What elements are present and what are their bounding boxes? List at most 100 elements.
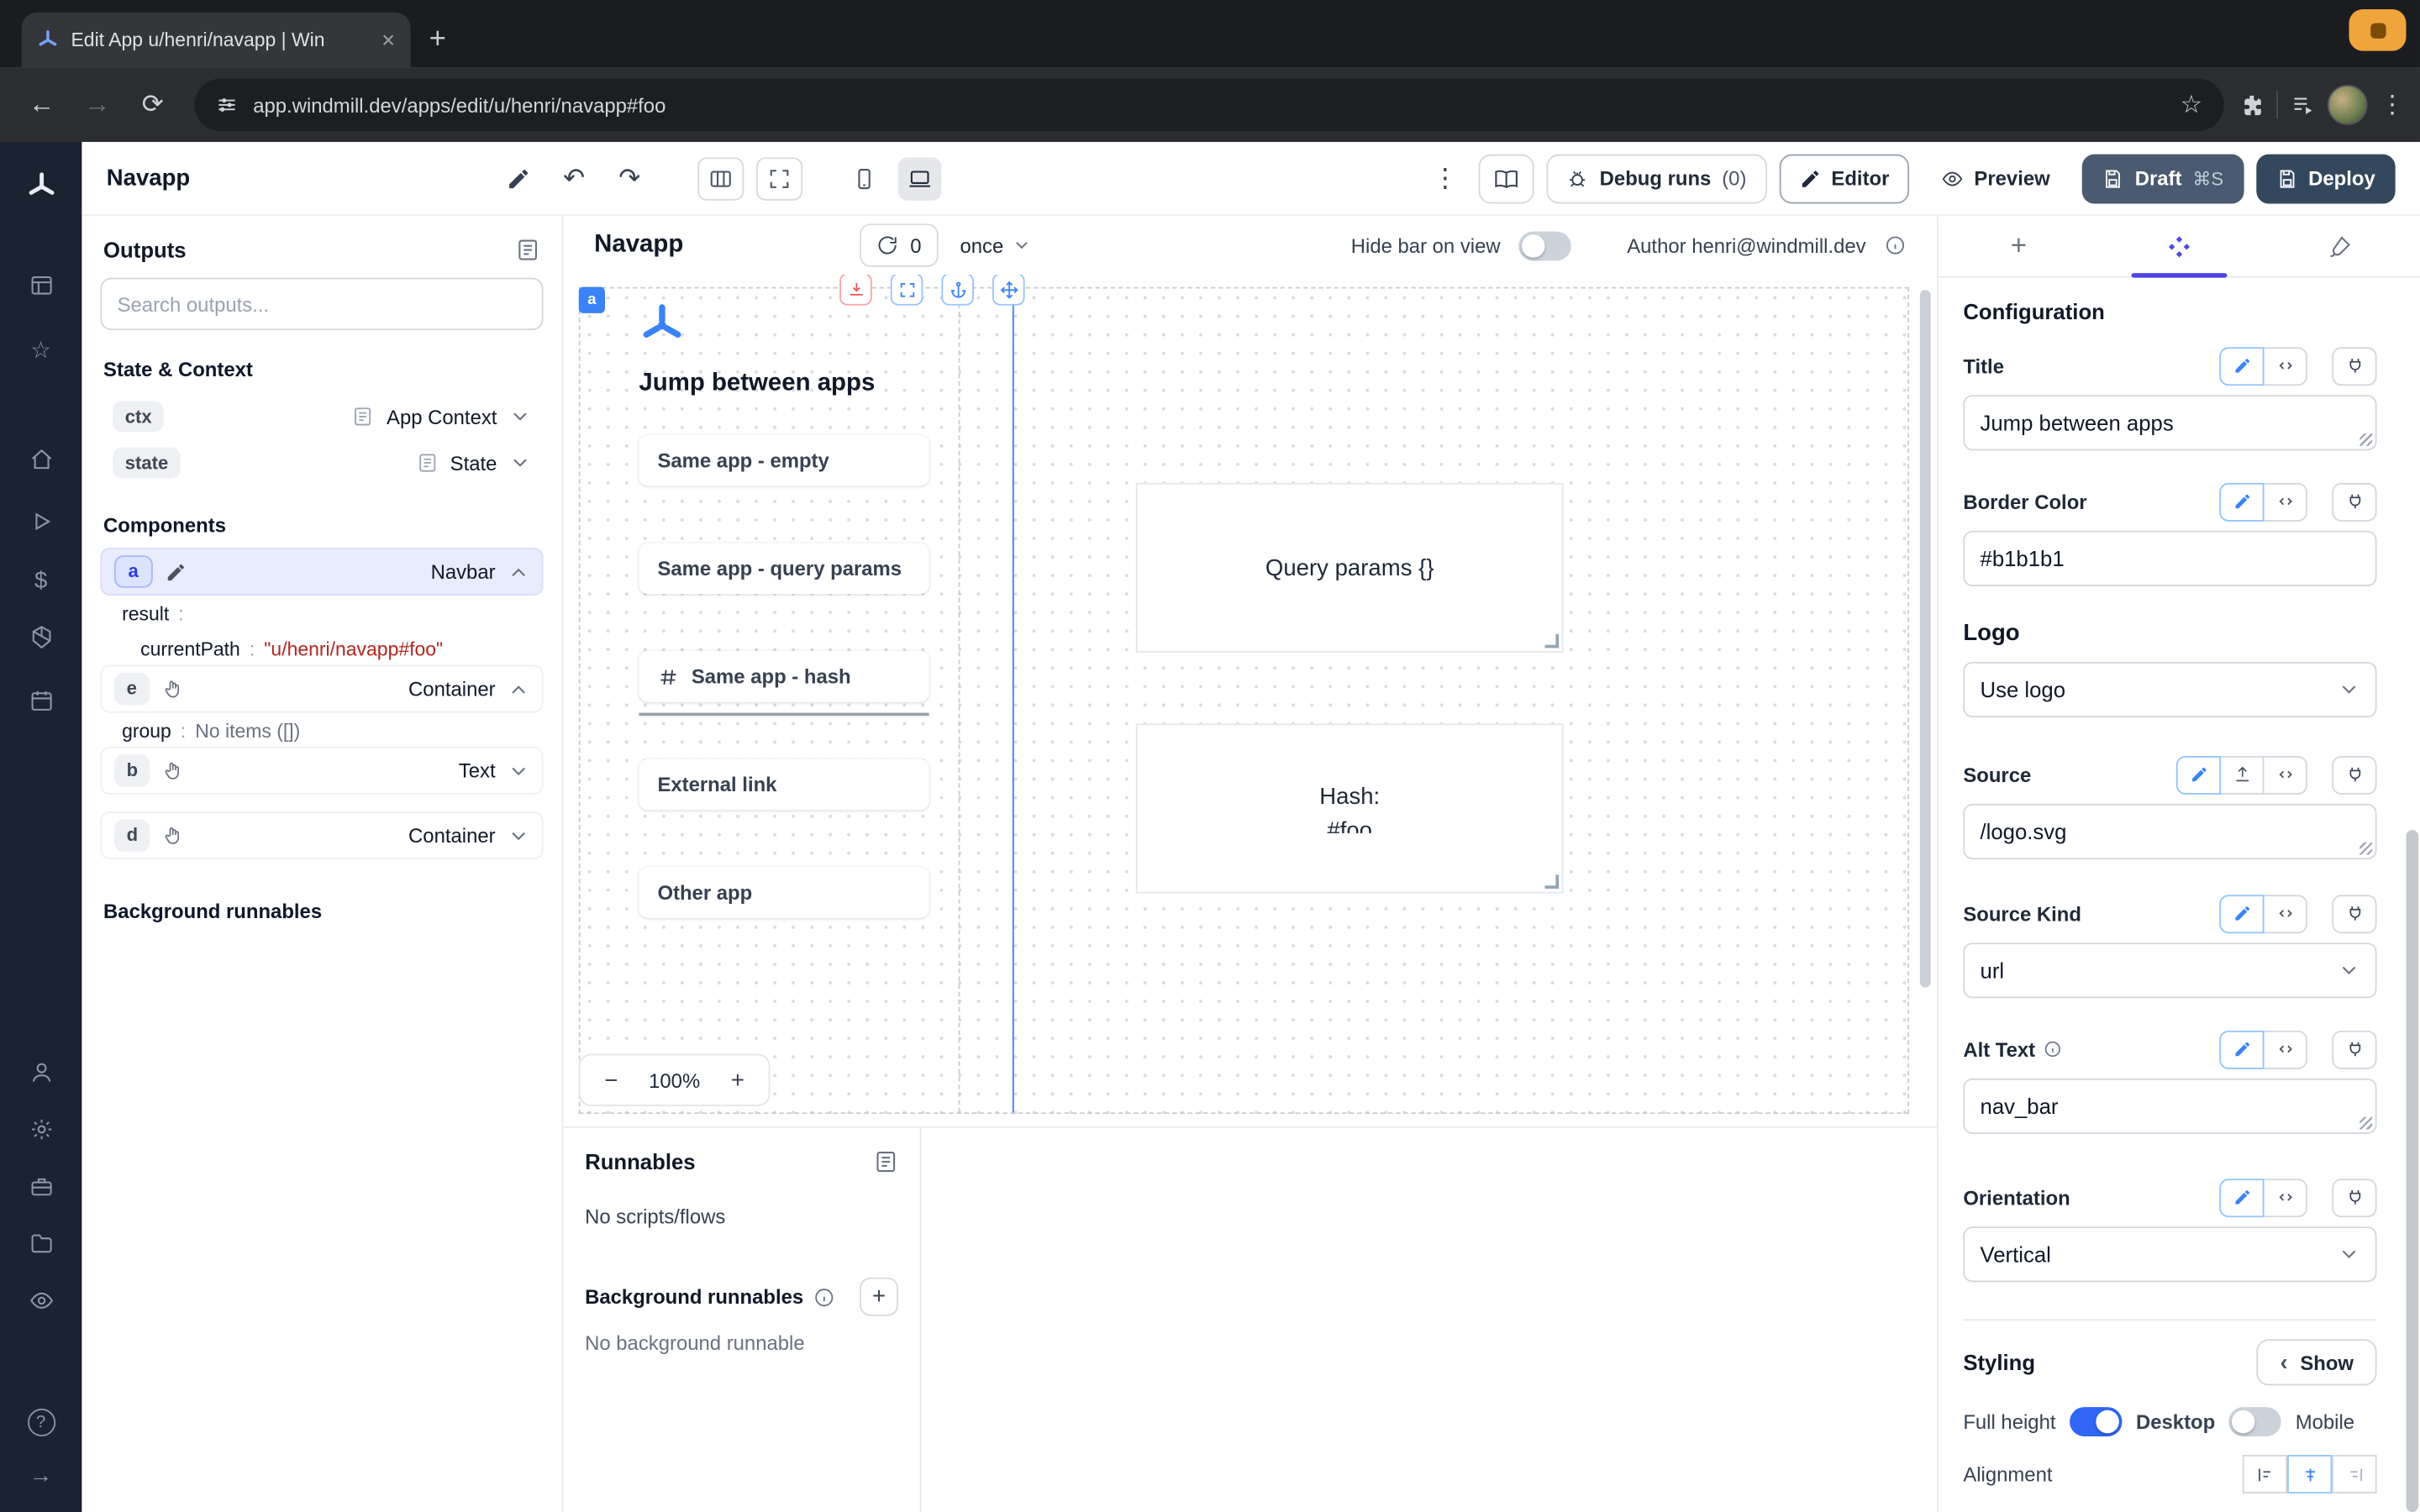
align-center-button[interactable] — [2287, 1455, 2332, 1494]
chevron-up-icon[interactable] — [508, 561, 529, 583]
source-kind-select[interactable]: url — [1963, 942, 2376, 998]
navlink-same-app-empty[interactable]: Same app - empty — [639, 435, 929, 486]
edit-pencil-button[interactable] — [2219, 346, 2264, 385]
windmill-logo[interactable] — [18, 166, 64, 207]
edit-pencil-button[interactable] — [2176, 755, 2221, 794]
edit-pencil-button[interactable] — [2219, 1030, 2264, 1068]
apps-icon[interactable] — [18, 265, 64, 306]
component-row-navbar[interactable]: a Navbar — [100, 548, 543, 596]
desktop-view-button[interactable] — [898, 156, 941, 199]
show-styling-button[interactable]: ‹ Show — [2257, 1339, 2377, 1385]
source-input[interactable] — [1963, 804, 2376, 859]
selected-component-tag[interactable]: a — [579, 287, 605, 313]
more-menu-icon[interactable]: ⋮ — [1423, 156, 1466, 199]
fullscreen-button[interactable] — [756, 156, 802, 199]
resize-grip[interactable] — [2360, 433, 2372, 446]
redo-button[interactable]: ↷ — [608, 156, 651, 199]
deploy-button[interactable]: Deploy — [2256, 154, 2396, 203]
site-settings-icon[interactable] — [216, 94, 238, 116]
add-background-runnable-button[interactable]: + — [860, 1278, 898, 1316]
title-input[interactable] — [1963, 395, 2376, 450]
extensions-puzzle-icon[interactable] — [2239, 92, 2264, 117]
tab-styling-brush[interactable] — [2260, 216, 2420, 276]
connect-plug-button[interactable] — [2332, 755, 2376, 794]
connect-plug-button[interactable] — [2332, 346, 2376, 385]
chevron-down-icon[interactable] — [509, 406, 531, 428]
hide-bar-toggle[interactable] — [1519, 231, 1571, 260]
alt-text-input[interactable] — [1963, 1079, 2376, 1134]
tab-insert-plus[interactable]: + — [1939, 216, 2099, 276]
browser-menu-icon[interactable]: ⋮ — [2380, 90, 2404, 121]
app-frame[interactable]: a Jump between apps Same app - empty — [579, 287, 1909, 1114]
full-height-toggle[interactable] — [2070, 1407, 2122, 1436]
refresh-button[interactable]: 0 — [860, 223, 939, 266]
schedules-calendar-icon[interactable] — [18, 680, 64, 721]
draft-button[interactable]: Draft ⌘S — [2082, 154, 2244, 203]
debug-runs-button[interactable]: Debug runs (0) — [1547, 154, 1766, 203]
tab-component-settings[interactable] — [2099, 216, 2260, 276]
workers-toolbox-icon[interactable] — [18, 1167, 64, 1207]
code-eval-button[interactable] — [2263, 755, 2307, 794]
ctx-row[interactable]: ctx App Context — [100, 393, 543, 439]
connect-plug-button[interactable] — [2332, 1030, 2376, 1068]
code-eval-button[interactable] — [2263, 1178, 2307, 1216]
expand-down-icon[interactable] — [839, 275, 872, 306]
device-toggle[interactable] — [2229, 1407, 2281, 1436]
mobile-view-button[interactable] — [843, 156, 886, 199]
browser-tab[interactable]: Edit App u/henri/navapp | Win × — [22, 13, 411, 68]
align-start-button[interactable] — [2243, 1455, 2287, 1494]
border-color-input[interactable] — [1963, 531, 2376, 586]
navlink-other-app[interactable]: Other app — [639, 867, 929, 918]
chevron-down-icon[interactable] — [508, 825, 529, 847]
profile-avatar[interactable] — [2328, 85, 2368, 125]
move-icon[interactable] — [992, 275, 1025, 306]
orientation-select[interactable]: Vertical — [1963, 1226, 2376, 1282]
tab-close-icon[interactable]: × — [381, 29, 395, 52]
runs-play-icon[interactable] — [18, 501, 64, 542]
edit-pencil-icon[interactable] — [165, 561, 187, 583]
variables-dollar-icon[interactable]: $ — [18, 560, 64, 601]
connect-plug-button[interactable] — [2332, 894, 2376, 932]
users-icon[interactable] — [18, 1053, 64, 1093]
home-icon[interactable] — [18, 439, 64, 480]
edit-pencil-button[interactable] — [2219, 1178, 2264, 1216]
anchor-icon[interactable] — [941, 275, 974, 306]
navlink-same-app-hash[interactable]: Same app - hash — [639, 651, 929, 702]
forward-button[interactable]: → — [71, 79, 123, 131]
undo-button[interactable]: ↶ — [553, 156, 596, 199]
audit-eye-icon[interactable] — [18, 1280, 64, 1320]
reload-button[interactable]: ⟳ — [127, 79, 179, 131]
chevron-up-icon[interactable] — [508, 678, 529, 700]
edit-pencil-button[interactable] — [2219, 894, 2264, 932]
upload-button[interactable] — [2219, 755, 2264, 794]
run-mode-dropdown[interactable]: once — [960, 234, 1032, 257]
hash-box[interactable]: Hash: #foo — [1136, 723, 1564, 893]
resize-grip[interactable] — [2360, 843, 2372, 855]
toggle-panels-button[interactable] — [697, 156, 744, 199]
info-icon[interactable] — [1885, 234, 1907, 256]
bookmark-star-icon[interactable]: ☆ — [2181, 90, 2202, 121]
navlink-same-app-query-params[interactable]: Same app - query params — [639, 543, 929, 595]
media-controls-icon[interactable] — [2291, 92, 2315, 117]
back-button[interactable]: ← — [15, 79, 67, 131]
docs-book-button[interactable] — [1479, 154, 1534, 203]
state-row[interactable]: state State — [100, 439, 543, 486]
chevron-down-icon[interactable] — [508, 760, 529, 782]
preview-button[interactable]: Preview — [1922, 154, 2070, 203]
panel-doc-icon[interactable] — [874, 1149, 898, 1173]
align-end-button[interactable] — [2332, 1455, 2376, 1494]
expand-rail-icon[interactable]: → — [18, 1455, 64, 1495]
editor-tab-button[interactable]: Editor — [1779, 154, 1909, 203]
resources-cube-icon[interactable] — [18, 617, 64, 658]
query-params-box[interactable]: Query params {} — [1136, 483, 1564, 653]
new-tab-button[interactable]: + — [429, 24, 446, 54]
code-eval-button[interactable] — [2263, 894, 2307, 932]
connect-plug-button[interactable] — [2332, 482, 2376, 521]
favorites-star-icon[interactable]: ☆ — [18, 330, 64, 370]
info-icon[interactable] — [813, 1286, 834, 1308]
resize-handle[interactable] — [1545, 874, 1560, 889]
component-row-container-d[interactable]: d Container — [100, 811, 543, 859]
code-eval-button[interactable] — [2263, 1030, 2307, 1068]
connect-plug-button[interactable] — [2332, 1178, 2376, 1216]
component-row-text-b[interactable]: b Text — [100, 747, 543, 795]
